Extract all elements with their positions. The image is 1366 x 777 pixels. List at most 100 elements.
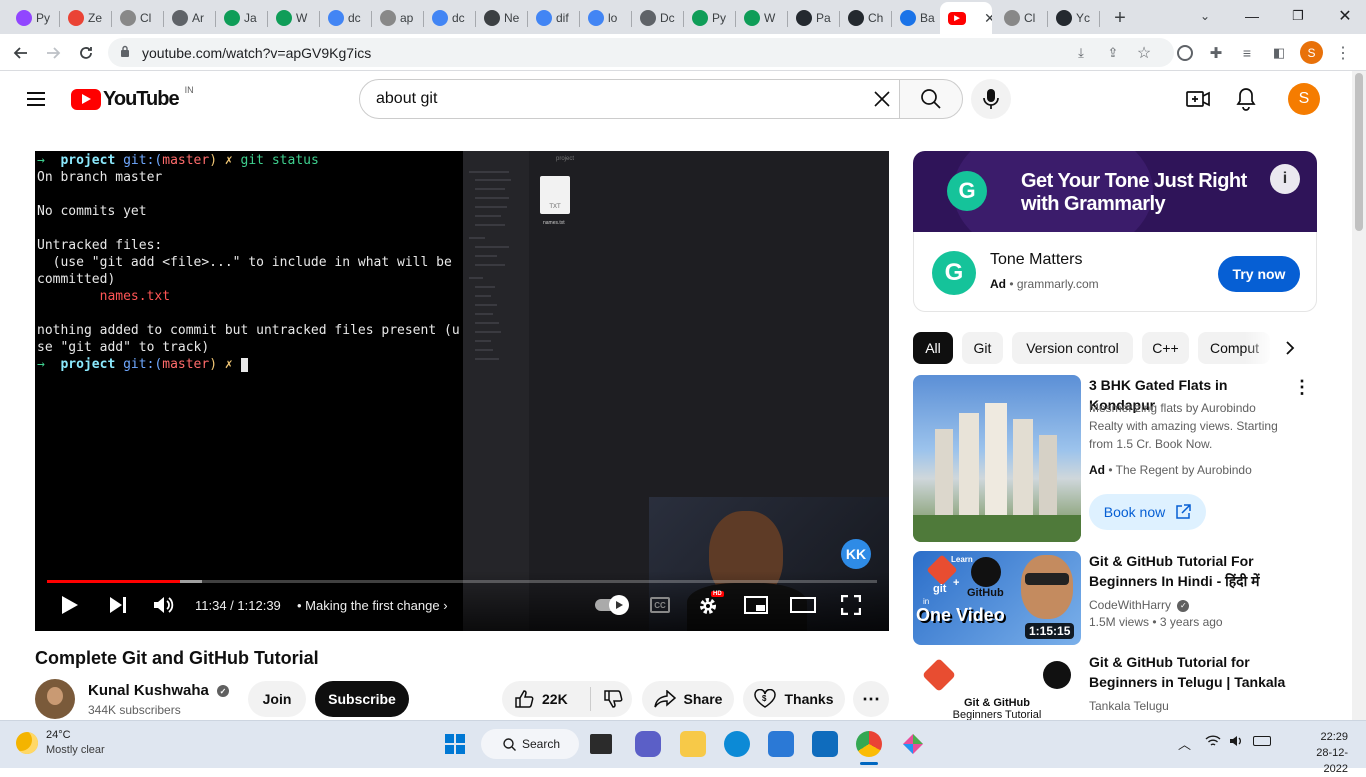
tab-item[interactable]: Ne: [476, 4, 528, 32]
tab-item[interactable]: W: [268, 4, 320, 32]
tab-item[interactable]: lo: [580, 4, 632, 32]
tab-item[interactable]: Dc: [632, 4, 684, 32]
volume-icon[interactable]: [1229, 734, 1245, 753]
maximize-button[interactable]: ❐: [1286, 4, 1310, 28]
mail-icon[interactable]: [812, 731, 838, 757]
battery-icon[interactable]: [1253, 736, 1271, 746]
edge-browser-icon[interactable]: [724, 731, 750, 757]
book-now-button[interactable]: Book now: [1089, 494, 1206, 530]
thumbs-down-icon[interactable]: [603, 689, 623, 709]
ad-info-icon[interactable]: i: [1270, 164, 1300, 194]
thanks-button[interactable]: $ Thanks: [743, 681, 845, 717]
channel-name[interactable]: Kunal Kushwaha ✓: [88, 682, 230, 699]
tab-item[interactable]: Yc: [1048, 4, 1100, 32]
voice-search-button[interactable]: [971, 79, 1011, 119]
tab-item[interactable]: dif: [528, 4, 580, 32]
clear-search-icon[interactable]: [872, 89, 892, 109]
minimize-button[interactable]: —: [1240, 4, 1264, 28]
install-app-icon[interactable]: ⤓: [1068, 40, 1094, 66]
file-explorer-icon[interactable]: [680, 731, 706, 757]
tab-item[interactable]: Ze: [60, 4, 112, 32]
new-tab-button[interactable]: +: [1108, 6, 1132, 30]
tab-item[interactable]: Py: [684, 4, 736, 32]
forward-button[interactable]: [40, 40, 66, 66]
youtube-logo[interactable]: YouTube IN: [71, 85, 194, 111]
share-button[interactable]: Share: [642, 681, 734, 717]
subscribe-button[interactable]: Subscribe: [315, 681, 409, 717]
reco-2-title[interactable]: Git & GitHub Tutorial For Beginners In H…: [1089, 551, 1289, 591]
grammarly-extension-icon[interactable]: [1172, 40, 1198, 66]
microsoft-store-icon[interactable]: [768, 731, 794, 757]
clock[interactable]: 22:29 28-12-2022: [1298, 729, 1348, 777]
tab-item[interactable]: Ar: [164, 4, 216, 32]
notifications-bell-icon[interactable]: [1236, 87, 1256, 111]
page-scrollbar-thumb[interactable]: [1355, 73, 1363, 231]
reco-2-channel[interactable]: CodeWithHarry ✓: [1089, 596, 1190, 614]
back-button[interactable]: [8, 40, 34, 66]
create-video-icon[interactable]: [1186, 88, 1210, 110]
extensions-puzzle-icon[interactable]: ✚: [1203, 40, 1229, 66]
reco-ad-thumbnail[interactable]: [913, 375, 1081, 542]
tab-item[interactable]: Py: [8, 4, 60, 32]
reco-2-thumbnail[interactable]: Learn git + GitHub in One Video 1:15:15: [913, 551, 1081, 645]
reco-ad-menu-icon[interactable]: ⋮: [1293, 377, 1311, 397]
reco-3-thumbnail[interactable]: Git & GitHub Beginners Tutorial: [913, 655, 1081, 720]
tab-item[interactable]: ap: [372, 4, 424, 32]
bookmark-star-icon[interactable]: ☆: [1131, 40, 1157, 66]
search-input[interactable]: about git: [359, 79, 900, 119]
chapter-title[interactable]: • Making the first change ›: [297, 598, 448, 613]
weather-widget[interactable]: 24°C Mostly clear: [16, 728, 105, 758]
settings-button[interactable]: HD: [696, 591, 724, 618]
tab-item[interactable]: Ch: [840, 4, 892, 32]
ad-banner[interactable]: G Get Your Tone Just Right with Grammarl…: [913, 151, 1317, 232]
mute-button[interactable]: [153, 594, 175, 616]
like-button[interactable]: 22K: [502, 681, 632, 717]
diamond-app-icon[interactable]: [900, 731, 926, 757]
chip-all[interactable]: All: [913, 332, 953, 364]
reco-3-title[interactable]: Git & GitHub Tutorial for Beginners in T…: [1089, 652, 1289, 692]
play-button[interactable]: [59, 594, 81, 616]
miniplayer-button[interactable]: [743, 594, 769, 616]
chrome-taskbar-icon[interactable]: [856, 731, 882, 757]
tab-item[interactable]: Ba: [892, 4, 944, 32]
tab-item[interactable]: Cl: [996, 4, 1048, 32]
chrome-profile-avatar[interactable]: S: [1300, 41, 1323, 64]
tab-item[interactable]: dc: [320, 4, 372, 32]
tab-search-icon[interactable]: ⌄: [1195, 6, 1215, 26]
channel-avatar[interactable]: [35, 679, 75, 719]
tab-item[interactable]: W: [736, 4, 788, 32]
address-bar[interactable]: youtube.com/watch?v=apGV9Kg7ics: [108, 38, 1174, 67]
search-button[interactable]: [899, 79, 963, 119]
taskbar-search[interactable]: Search: [481, 729, 579, 759]
next-video-button[interactable]: [107, 594, 129, 616]
reload-button[interactable]: [73, 40, 99, 66]
hamburger-menu-icon[interactable]: [24, 87, 48, 111]
side-panel-icon[interactable]: ◧: [1266, 40, 1292, 66]
lock-icon[interactable]: [120, 45, 130, 57]
close-window-button[interactable]: ✕: [1333, 4, 1357, 28]
wifi-icon[interactable]: [1205, 734, 1221, 751]
join-button[interactable]: Join: [248, 681, 306, 717]
progress-bar[interactable]: [47, 580, 877, 583]
autoplay-toggle[interactable]: [593, 594, 629, 616]
tab-item[interactable]: dc: [424, 4, 476, 32]
tab-item[interactable]: Pa: [788, 4, 840, 32]
chip-cpp[interactable]: C++: [1142, 332, 1189, 364]
show-hidden-icons-chevron-icon[interactable]: ︿: [1178, 734, 1191, 753]
start-button[interactable]: [442, 731, 468, 757]
teams-chat-icon[interactable]: [635, 731, 661, 757]
task-view-icon[interactable]: [590, 734, 612, 754]
account-avatar[interactable]: S: [1288, 83, 1320, 115]
tab-active[interactable]: ▶ ✕: [940, 2, 992, 34]
chip-git[interactable]: Git: [962, 332, 1003, 364]
subtitles-button[interactable]: CC: [648, 594, 672, 616]
theater-mode-button[interactable]: [790, 594, 816, 616]
video-player[interactable]: → project git:(master) ✗ git status On br…: [35, 151, 889, 631]
more-actions-button[interactable]: ⋯: [853, 681, 889, 717]
fullscreen-button[interactable]: [840, 594, 862, 616]
chrome-menu-icon[interactable]: ⋮: [1330, 40, 1356, 66]
tab-close-icon[interactable]: ✕: [984, 10, 992, 27]
chips-next-button[interactable]: [1276, 334, 1304, 362]
tab-item[interactable]: Cl: [112, 4, 164, 32]
media-queue-icon[interactable]: ≡: [1234, 40, 1260, 66]
